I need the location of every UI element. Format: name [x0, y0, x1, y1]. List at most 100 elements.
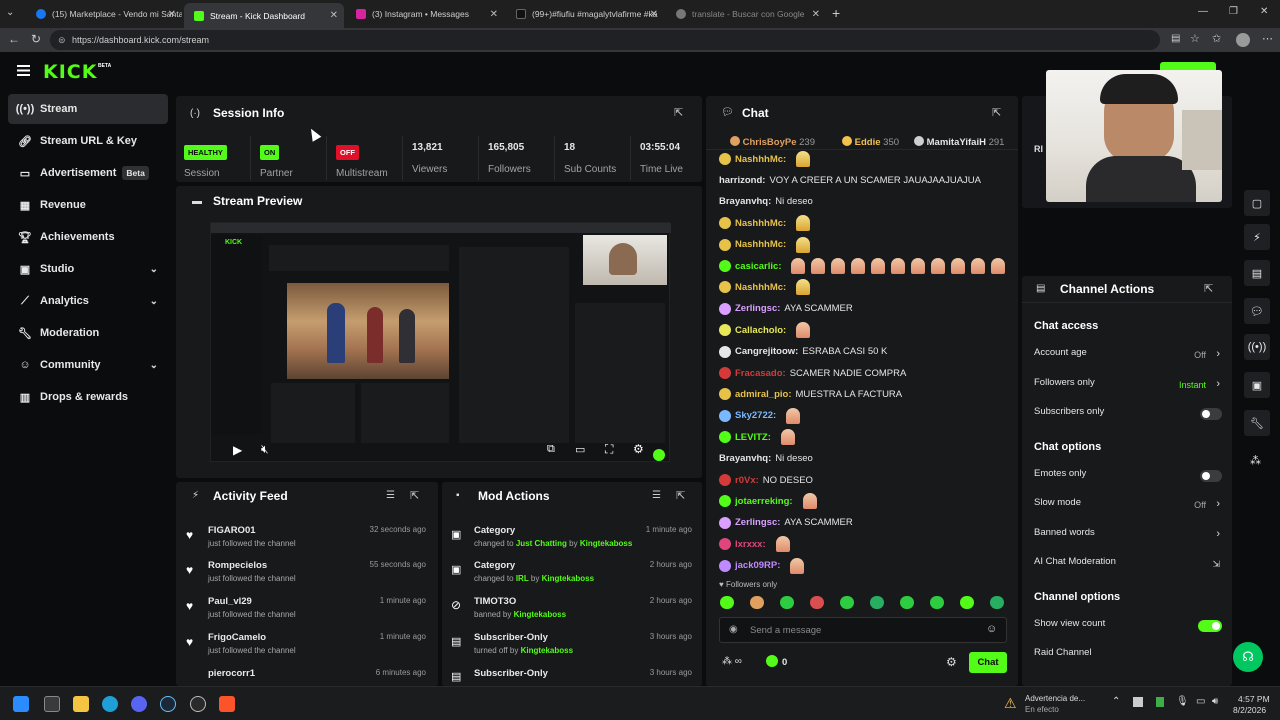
stream-video-player[interactable]: KICK ▶ 🔇︎ ⧉ ▭ ⛶ ⚙	[210, 222, 671, 462]
followers-only-row[interactable]: Followers only Instant ›	[1034, 377, 1224, 397]
chat-username[interactable]: harrizond:	[719, 175, 765, 186]
network-icon[interactable]: ▭	[1196, 696, 1205, 707]
warning-icon[interactable]: ⚠	[1004, 695, 1017, 712]
show-view-count-toggle[interactable]	[1198, 620, 1222, 632]
activity-username[interactable]: FIGARO01	[208, 525, 256, 536]
chat-username[interactable]: Sky2722:	[735, 410, 776, 421]
chat-username[interactable]: NashhhMc:	[735, 282, 786, 293]
rail-widget-icon[interactable]: ▢	[1244, 190, 1270, 216]
back-icon[interactable]: ←	[8, 32, 20, 46]
chevron-down-icon[interactable]: ⌄	[150, 264, 158, 275]
hamburger-menu-icon[interactable]	[17, 65, 30, 76]
browser-tab-translate[interactable]: translate - Buscar con Google ✕	[666, 3, 826, 25]
popout-icon[interactable]: ⇱	[992, 106, 1001, 119]
browser-tab-tiktok[interactable]: (99+)#fiufiu #magalytvlafirme #ka ✕	[506, 3, 664, 25]
chat-username[interactable]: NashhhMc:	[735, 239, 786, 250]
emotes-only-toggle[interactable]	[1200, 470, 1222, 482]
chat-rail-icon[interactable]: 💬︎	[1244, 298, 1270, 324]
quick-emote-icon[interactable]	[900, 596, 914, 609]
microphone-icon[interactable]: 🎙︎	[1176, 696, 1189, 707]
account-age-row[interactable]: Account age Off ›	[1034, 347, 1224, 367]
raid-channel-row[interactable]: Raid Channel	[1034, 647, 1224, 667]
mute-icon[interactable]: 🔇︎	[261, 442, 269, 457]
sidebar-item-achievements[interactable]: 🏆︎ Achievements	[8, 222, 168, 252]
chevron-right-icon[interactable]: ›	[1216, 348, 1220, 360]
sidebar-item-studio[interactable]: ▣ Studio ⌄	[8, 254, 168, 284]
close-tab-icon[interactable]: ✕	[168, 9, 176, 20]
brave-browser-icon[interactable]	[219, 696, 235, 712]
wrench-rail-icon[interactable]: 🔧︎	[1244, 410, 1270, 436]
chat-message-input[interactable]: ◉ Send a message ☺	[719, 617, 1007, 643]
steam-icon[interactable]	[160, 696, 176, 712]
popout-icon[interactable]: ⇱	[674, 106, 683, 119]
badge-icon[interactable]: ◉	[729, 624, 738, 635]
close-tab-icon[interactable]: ✕	[330, 10, 338, 21]
broadcast-rail-icon[interactable]: ((•))	[1244, 334, 1270, 360]
lightning-rail-icon[interactable]: ⚡︎	[1244, 224, 1270, 250]
channel-points-icon[interactable]: ⁂ ∞	[722, 656, 742, 667]
sidebar-item-stream[interactable]: ((•)) Stream	[8, 94, 168, 124]
collections-icon[interactable]: ✩	[1212, 32, 1221, 45]
clock-date[interactable]: 8/2/2026	[1233, 705, 1266, 715]
chat-username[interactable]: Zerlingsc:	[735, 303, 780, 314]
chat-username[interactable]: Callacholo:	[735, 325, 786, 336]
quick-emote-icon[interactable]	[990, 596, 1004, 609]
quick-emote-icon[interactable]	[780, 596, 794, 609]
discord-icon[interactable]	[131, 696, 147, 712]
filter-icon[interactable]: ☰	[386, 490, 395, 501]
chat-username[interactable]: jotaerreking:	[735, 496, 793, 507]
popout-icon[interactable]: ⇱	[676, 489, 685, 502]
sidebar-item-advertisement[interactable]: ▭ Advertisement Beta	[8, 158, 168, 188]
tray-chevron-icon[interactable]: ⌃	[1112, 696, 1120, 707]
chevron-right-icon[interactable]: ›	[1216, 378, 1220, 390]
profile-avatar[interactable]	[1236, 33, 1250, 47]
activity-username[interactable]: Paul_vl29	[208, 596, 252, 607]
chevron-right-icon[interactable]: ›	[1216, 498, 1220, 510]
chat-username[interactable]: jack09RP:	[735, 560, 780, 571]
chat-username[interactable]: Cangrejitoow:	[735, 346, 798, 357]
close-tab-icon[interactable]: ✕	[812, 9, 820, 20]
chevron-down-icon[interactable]: ⌄	[150, 360, 158, 371]
close-tab-icon[interactable]: ✕	[490, 9, 498, 20]
file-explorer-icon[interactable]	[73, 696, 89, 712]
quick-emote-icon[interactable]	[960, 596, 974, 609]
chat-username[interactable]: admiral_pio:	[735, 389, 792, 400]
slow-mode-row[interactable]: Slow mode Off ›	[1034, 497, 1224, 517]
close-tab-icon[interactable]: ✕	[650, 9, 658, 20]
top-gifter-3[interactable]: MamitaYifaiH 291	[914, 136, 1004, 148]
chat-username[interactable]: Brayanvhq:	[719, 196, 771, 207]
chat-username[interactable]: NashhhMc:	[735, 218, 786, 229]
quick-emote-icon[interactable]	[720, 596, 734, 609]
chevron-right-icon[interactable]: ›	[1216, 528, 1220, 540]
support-headset-icon[interactable]: ☊	[1233, 642, 1263, 672]
chat-username[interactable]: lxrxxx:	[735, 539, 766, 550]
settings-gear-icon[interactable]: ⚙	[633, 442, 644, 456]
chat-username[interactable]: casicarlic:	[735, 261, 781, 272]
chat-settings-gear-icon[interactable]: ⚙	[946, 655, 957, 669]
chat-username[interactable]: LEVITZ:	[735, 432, 771, 443]
send-chat-button[interactable]: Chat	[969, 652, 1007, 673]
sidebar-item-revenue[interactable]: ▦ Revenue	[8, 190, 168, 220]
warning-title[interactable]: Advertencia de...	[1025, 694, 1085, 703]
activity-username[interactable]: FrigoCamelo	[208, 632, 266, 643]
sidebar-item-analytics[interactable]: ⟋ Analytics ⌄	[8, 286, 168, 316]
chat-username[interactable]: r0Vx:	[735, 475, 759, 486]
reload-icon[interactable]: ↻	[31, 32, 41, 46]
popout-icon[interactable]: ⇱	[1204, 282, 1213, 295]
maximize-icon[interactable]: ❐	[1229, 6, 1238, 17]
ai-chat-moderation-row[interactable]: AI Chat Moderation ⇲	[1034, 556, 1224, 576]
favorite-star-icon[interactable]: ☆	[1190, 32, 1200, 45]
customize-icon[interactable]: ⁂	[1250, 454, 1261, 467]
tray-nvidia-icon[interactable]	[1156, 697, 1164, 707]
activity-username[interactable]: pierocorr1	[208, 668, 255, 679]
kick-logo[interactable]: KICK	[43, 61, 97, 83]
sidebar-item-stream-url-key[interactable]: 🔗︎ Stream URL & Key	[8, 126, 168, 156]
quick-emote-icon[interactable]	[870, 596, 884, 609]
sidebar-item-community[interactable]: ☺ Community ⌄	[8, 350, 168, 380]
minimize-icon[interactable]: —	[1198, 6, 1208, 17]
site-info-icon[interactable]: ⊜	[58, 30, 66, 50]
volume-icon[interactable]: 🔊︎	[1212, 696, 1218, 707]
chevron-down-icon[interactable]: ⌄	[150, 296, 158, 307]
play-icon[interactable]: ▶	[233, 443, 242, 457]
emotes-only-row[interactable]: Emotes only	[1034, 468, 1224, 488]
